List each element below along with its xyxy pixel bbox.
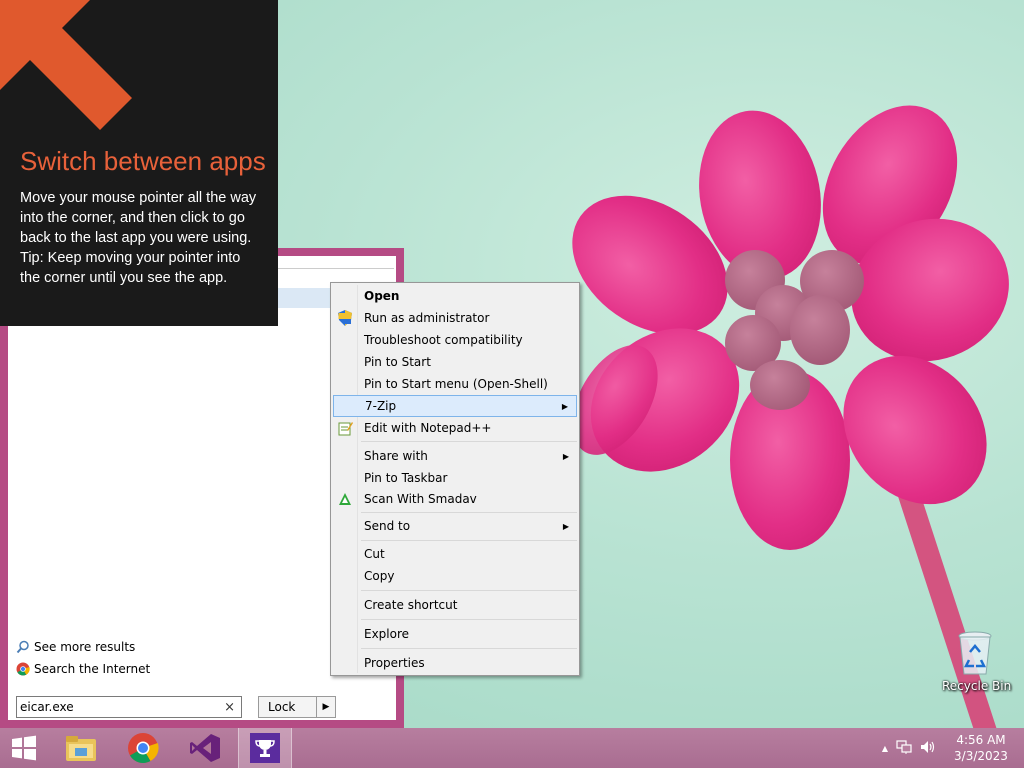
menu-item-label: Copy [364,569,395,583]
menu-item-label: Troubleshoot compatibility [364,333,523,347]
menu-item-label: Pin to Start menu (Open-Shell) [364,377,548,391]
hint-title: Switch between apps [20,146,266,176]
recycle-bin-icon [958,631,992,675]
see-more-results-link[interactable]: See more results [16,640,135,654]
menu-separator [361,441,577,442]
menu-item-label: Scan With Smadav [364,492,477,506]
menu-item-run-as-admin[interactable]: Run as administrator [333,307,577,329]
menu-item-send-to[interactable]: Send to ▶ [333,515,577,537]
menu-separator [361,648,577,649]
menu-item-create-shortcut[interactable]: Create shortcut [333,594,577,616]
submenu-arrow-icon: ▶ [562,451,569,461]
menu-item-label: Cut [364,547,385,561]
notepadpp-icon [337,420,353,436]
taskbar-trophy-app[interactable] [238,728,292,768]
menu-item-scan-smadav[interactable]: Scan With Smadav [333,488,577,510]
search-icon [16,640,29,654]
hint-instructions: Move your mouse pointer all the way into… [20,190,257,246]
menu-item-copy[interactable]: Copy [333,565,577,587]
menu-item-troubleshoot[interactable]: Troubleshoot compatibility [333,329,577,351]
menu-item-share-with[interactable]: Share with ▶ [333,445,577,467]
menu-item-label: Edit with Notepad++ [364,421,492,435]
menu-item-cut[interactable]: Cut [333,543,577,565]
menu-item-label: Explore [364,627,410,641]
menu-item-label: Pin to Start [364,355,431,369]
network-icon[interactable] [896,739,912,757]
menu-item-label: Create shortcut [364,598,458,612]
menu-item-pin-to-taskbar[interactable]: Pin to Taskbar [333,467,577,489]
lock-button[interactable]: Lock [259,700,316,714]
menu-item-label: Pin to Taskbar [364,471,448,485]
context-menu: Open Run as administrator Troubleshoot c… [330,282,580,676]
menu-separator [361,590,577,591]
menu-item-pin-to-start-openshell[interactable]: Pin to Start menu (Open-Shell) [333,373,577,395]
menu-item-pin-to-start[interactable]: Pin to Start [333,351,577,373]
menu-item-label: Run as administrator [364,311,490,325]
power-options-arrow-button[interactable]: ▶ [316,697,335,717]
visual-studio-icon [190,734,220,762]
taskbar-visual-studio[interactable] [178,728,232,768]
submenu-arrow-icon: ▶ [562,521,569,531]
taskbar-chrome[interactable] [116,728,170,768]
taskbar-clock[interactable]: 4:56 AM 3/3/2023 [948,732,1014,764]
chrome-icon [128,733,159,764]
menu-item-notepadpp[interactable]: Edit with Notepad++ [333,417,577,439]
menu-item-label: Share with [364,449,428,463]
uac-shield-icon [337,310,353,326]
menu-separator [361,512,577,513]
recycle-bin-label: Recycle Bin [942,679,1012,693]
selected-result-row[interactable] [278,288,338,308]
menu-separator [361,540,577,541]
file-explorer-icon [66,736,96,761]
taskbar: ▲ 4:56 AM 3/3/2023 [0,728,1024,768]
taskbar-file-explorer[interactable] [54,728,108,768]
hint-body: Move your mouse pointer all the way into… [20,188,260,288]
smadav-icon [337,491,353,507]
menu-item-label: Properties [364,656,425,670]
switch-apps-hint-panel: Switch between apps Move your mouse poin… [0,0,278,326]
start-search-input[interactable] [20,700,210,714]
start-button[interactable] [0,728,48,768]
recycle-bin-shortcut[interactable]: Recycle Bin [942,630,1012,693]
clear-search-button[interactable]: × [224,700,235,715]
menu-item-explore[interactable]: Explore [333,623,577,645]
menu-item-properties[interactable]: Properties [333,652,577,674]
menu-item-open[interactable]: Open [333,285,577,307]
corner-arrow-icon [0,0,132,130]
flower-petal [813,326,1017,534]
flower-stamen [750,360,810,410]
clock-time: 4:56 AM [956,733,1006,747]
windows-start-icon [12,735,36,761]
flower-stem [890,466,1005,759]
submenu-arrow-icon: ▶ [561,401,568,411]
see-more-results-label: See more results [34,640,136,654]
chrome-icon [16,662,30,676]
menu-item-label: Send to [364,519,411,533]
volume-icon[interactable] [920,740,936,757]
lock-button-group: Lock ▶ [258,696,336,718]
clock-date: 3/3/2023 [954,749,1008,763]
menu-item-label: Open [364,289,400,303]
trophy-app-icon [250,733,280,763]
flower-stamen [790,295,850,365]
menu-separator [361,619,577,620]
menu-item-7zip[interactable]: 7-Zip ▶ [333,395,577,417]
menu-item-label: 7-Zip [365,399,397,413]
start-search-box[interactable]: × [16,696,242,718]
hint-tip: Tip: Keep moving your pointer into the c… [20,250,241,286]
start-menu-divider [278,268,394,269]
system-tray: ▲ 4:56 AM 3/3/2023 [878,728,1024,768]
search-internet-label: Search the Internet [34,662,151,676]
search-internet-link[interactable]: Search the Internet [16,662,150,676]
show-hidden-icons-button[interactable]: ▲ [882,744,888,753]
